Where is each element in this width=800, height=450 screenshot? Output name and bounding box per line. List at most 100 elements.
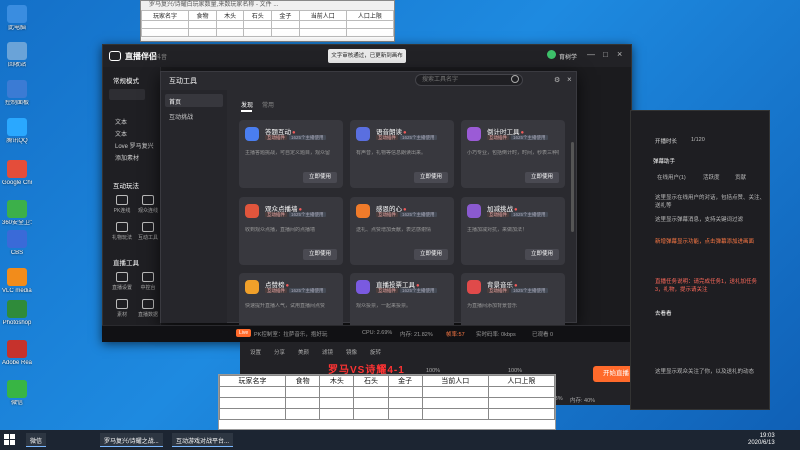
taskbar-clock[interactable]: 19:03 2020/6/13	[748, 433, 775, 447]
taskbar-item-sheet[interactable]: 罗马复兴/诗耀之战...	[100, 433, 163, 447]
source-item-text-1[interactable]: 文本	[115, 117, 127, 126]
pk-icon	[116, 195, 128, 205]
tab-discover[interactable]: 发现	[241, 100, 253, 109]
spreadsheet-window-bottom[interactable]: 玩家名字 食物 木头 石头 金子 当前人口 人口上限	[218, 374, 556, 430]
desktop-icon[interactable]: 腾讯QQ	[2, 118, 32, 145]
maximize-icon[interactable]: □	[603, 50, 608, 59]
windows-start-icon[interactable]	[4, 434, 16, 446]
use-now-button[interactable]: 立即使用	[414, 172, 448, 183]
minimize-icon[interactable]: —	[587, 50, 595, 59]
material-button[interactable]: 素材	[111, 299, 133, 318]
ctrl-filter[interactable]: 滤镜	[322, 348, 333, 356]
tool-card[interactable]: 倒计时工具● 互动插件 1625个主播使用 小巧专业，包括倒计时，时间，秒表三种模式立…	[461, 120, 565, 188]
control-center-button[interactable]: 中控台	[137, 272, 159, 291]
search-icon[interactable]	[511, 75, 519, 83]
desktop-icon[interactable]: 此电脑	[2, 5, 32, 32]
ctrl-memory: 内存: 40%	[570, 398, 596, 404]
interactive-tools-dialog[interactable]: 互动工具 ⚙ × 首页 互动挑战 发现 常用 答题互动●互动插件1625个主播使…	[160, 71, 577, 341]
tab-underline	[241, 110, 252, 112]
live-badge: Live	[236, 329, 252, 337]
chrome-icon	[7, 160, 27, 178]
ctrl-mirror[interactable]: 镜像	[346, 348, 357, 356]
interactive-tools-button[interactable]: 互动工具	[137, 222, 159, 241]
ctrl-rotate[interactable]: 旋转	[370, 348, 381, 356]
tools-icon	[142, 222, 154, 232]
add-source-button[interactable]: 添加素材	[115, 153, 139, 162]
gift-icon	[116, 222, 128, 232]
live-data-button[interactable]: 直播数据	[137, 299, 159, 318]
tool-card[interactable]: 答题互动● 互动插件 1625个主播使用 主播答题挑战，可自定义题目，观众留 立即使用	[239, 120, 343, 188]
sidebar-item-home[interactable]: 首页	[165, 94, 223, 107]
message-1: 这里显示在线用户的对话，包括点赞、关注、送礼等	[655, 195, 766, 209]
source-item-text-2[interactable]: 文本	[115, 129, 127, 138]
tool-card[interactable]: 加减挑战● 互动插件 1625个主播使用 主播加减对抗，来做加法！ 立即使用	[461, 197, 565, 265]
mode-label[interactable]: 常规模式	[113, 75, 139, 85]
control-panel-icon	[7, 80, 27, 98]
use-now-button[interactable]: 立即使用	[525, 249, 559, 260]
desktop-icon[interactable]: Google Chrome	[2, 160, 32, 187]
desktop-icon[interactable]: 回收站	[2, 42, 32, 69]
assistant-panel[interactable]: 开播时长 1/120 弹幕助手 在线用户(1) 活跃度 贡献 这里显示在线用户的…	[630, 110, 770, 410]
dialog-title: 互动工具	[169, 78, 197, 85]
taskbar-item-platform[interactable]: 互动游戏对战平台...	[172, 433, 234, 447]
message-2: 这里显示弹幕消息，支持关键词过滤	[655, 217, 744, 223]
count-label: 1/120	[691, 137, 705, 143]
use-now-button[interactable]: 立即使用	[303, 249, 337, 260]
tab-online-users[interactable]: 在线用户(1)	[657, 173, 686, 181]
sidebar-item-challenge[interactable]: 互动挑战	[165, 109, 223, 122]
app-subtitle: 抖音	[155, 55, 168, 61]
dialog-scrollbar[interactable]	[571, 142, 574, 232]
status-bitrate: 实时码率: 0kbps	[476, 332, 516, 338]
desktop-icon[interactable]: 360安全卫士	[2, 200, 32, 227]
recycle-bin-icon	[7, 42, 27, 60]
taskbar-item-wechat[interactable]: 微信	[26, 433, 47, 447]
live-tools-heading: 直播工具	[113, 260, 139, 267]
tool-description: 收到观众点播，直播间的点播墙	[245, 227, 316, 233]
tool-tags: 互动插件 1625个主播使用	[265, 212, 326, 217]
tab-frequent[interactable]: 常用	[262, 100, 274, 109]
tools-heading: 互动玩法	[113, 183, 139, 190]
audience-link-button[interactable]: 观众连线	[137, 195, 159, 214]
tab-contribution[interactable]: 贡献	[735, 173, 746, 181]
tool-tags: 互动插件 1625个主播使用	[376, 288, 437, 293]
tool-icon	[245, 204, 259, 218]
pk-button[interactable]: PK连线	[111, 195, 133, 214]
desktop-icon[interactable]: 微信	[2, 380, 32, 407]
live-settings-button[interactable]: 直播设置	[111, 272, 133, 291]
dialog-close-icon[interactable]: ×	[567, 75, 572, 84]
avatar[interactable]	[547, 50, 556, 59]
scene-tab[interactable]	[109, 89, 145, 100]
tool-card[interactable]: 语音朗读● 互动插件 1625个主播使用 有声音，礼物等信息朗读出来。 立即使用	[350, 120, 454, 188]
tool-tags: 互动插件 1625个主播使用	[265, 135, 326, 140]
use-now-button[interactable]: 立即使用	[414, 249, 448, 260]
tool-description: 主播加减对抗，来做加法！	[467, 227, 528, 233]
go-see-link[interactable]: 去看看	[655, 309, 672, 317]
desktop-icon[interactable]: 控制面板	[2, 80, 32, 107]
desktop-icon[interactable]: VLC media player	[2, 268, 32, 295]
source-item-love[interactable]: Love 罗马复兴	[115, 141, 154, 150]
computer-icon	[7, 5, 27, 23]
app-logo-icon	[109, 51, 121, 61]
use-now-button[interactable]: 立即使用	[303, 172, 337, 183]
vlc-icon	[7, 268, 27, 286]
tab-activity[interactable]: 活跃度	[703, 173, 720, 181]
desktop-icon[interactable]: Photoshop	[2, 300, 32, 327]
use-now-button[interactable]: 立即使用	[525, 172, 559, 183]
tool-tags: 互动插件 1625个主播使用	[487, 212, 548, 217]
close-icon[interactable]: ×	[617, 49, 622, 59]
column-header: 人口上限	[345, 10, 395, 21]
desktop-icon[interactable]: CBS	[2, 230, 32, 257]
column-header: 当前人口	[421, 375, 489, 387]
ctrl-share[interactable]: 分享	[274, 348, 285, 356]
gear-icon[interactable]: ⚙	[554, 76, 560, 84]
column-header: 石头	[353, 375, 389, 387]
spreadsheet-window-top[interactable]: 罗马复兴/诗耀白玩家数量,来数玩家名称 - 文件 ... 玩家名字 食物 木头 石头金…	[140, 0, 395, 42]
tool-card[interactable]: 观众点播墙● 互动插件 1625个主播使用 收到观众点播，直播间的点播墙 立即使用	[239, 197, 343, 265]
tool-search-input[interactable]	[415, 74, 523, 86]
desktop-icon[interactable]: Adobe Reader	[2, 340, 32, 367]
ctrl-beauty[interactable]: 美颜	[298, 348, 309, 356]
ctrl-settings[interactable]: 设置	[250, 348, 261, 356]
tool-card[interactable]: 感恩的心● 互动插件 1625个主播使用 送礼、点赞增加贡献，表达感谢情 立即使用	[350, 197, 454, 265]
desktop-icon-label: 微信	[10, 400, 23, 406]
gift-play-button[interactable]: 礼物玩法	[111, 222, 133, 241]
